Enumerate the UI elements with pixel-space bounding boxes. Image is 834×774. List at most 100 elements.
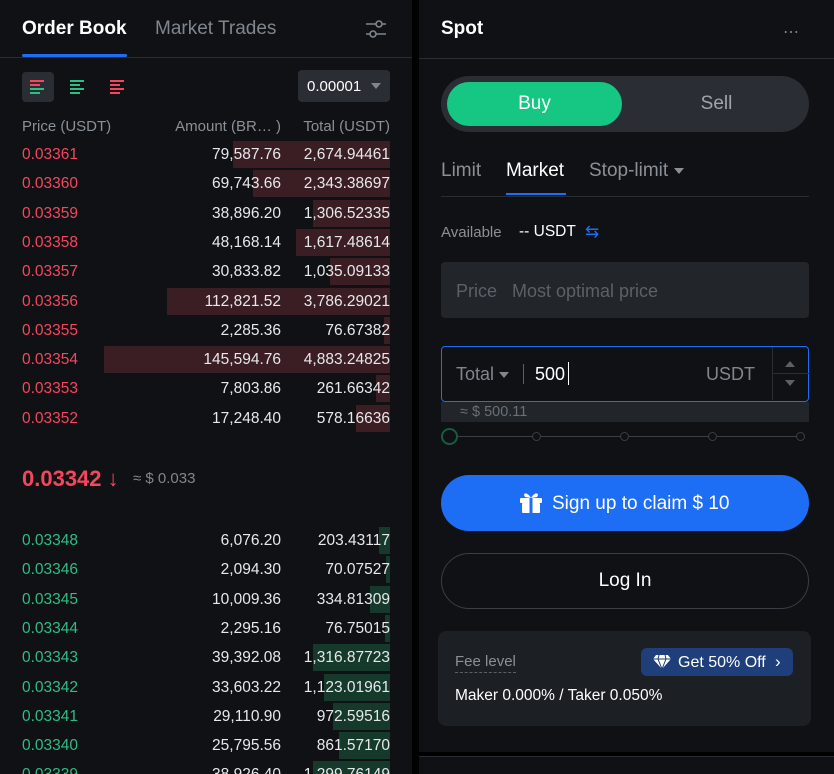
sell-button[interactable]: Sell <box>629 82 804 126</box>
ask-amount: 38,896.20 <box>212 204 281 222</box>
slider-node-50[interactable] <box>620 432 629 441</box>
ask-price: 0.03358 <box>22 233 79 251</box>
bid-total: 76.75015 <box>325 619 390 637</box>
slider-node-75[interactable] <box>708 432 717 441</box>
ask-amount: 30,833.82 <box>212 263 281 281</box>
last-price: 0.03342 ↓ <box>22 466 119 491</box>
transfer-icon[interactable]: ⇆ <box>585 222 599 242</box>
slider-node-100[interactable] <box>796 432 805 441</box>
ask-price: 0.03354 <box>22 351 79 369</box>
side-toggle: Buy Sell <box>441 76 809 132</box>
decrement-icon[interactable] <box>785 380 795 386</box>
bid-total: 334.81309 <box>316 590 390 608</box>
ask-row[interactable]: 0.03357 30,833.82 1,035.09133 <box>0 257 412 286</box>
total-mode-select[interactable]: Total <box>456 364 510 385</box>
ask-amount: 145,594.76 <box>203 351 281 369</box>
order-book-panel: Order Book Market Trades 0.00001 Price ( <box>0 0 412 774</box>
ask-total: 4,883.24825 <box>303 351 390 369</box>
slider-node-25[interactable] <box>532 432 541 441</box>
text-cursor <box>568 362 569 385</box>
ask-row[interactable]: 0.03360 69,743.66 2,343.38697 <box>0 169 412 198</box>
bid-total: 1,299.76149 <box>296 766 390 774</box>
price-field[interactable]: Price Most optimal price <box>441 262 809 318</box>
tab-stop-limit[interactable]: Stop-limit <box>589 160 685 182</box>
ask-total: 578.16636 <box>316 409 390 427</box>
fee-rates: Maker 0.000% / Taker 0.050% <box>455 687 663 704</box>
ask-row[interactable]: 0.03361 79,587.76 2,674.94461 <box>0 140 412 169</box>
bid-row[interactable]: 0.03346 2,094.30 70.07527 <box>0 555 412 584</box>
ask-amount: 7,803.86 <box>220 380 281 398</box>
bid-price: 0.03346 <box>22 561 79 579</box>
login-button[interactable]: Log In <box>441 553 809 609</box>
bid-total: 1,123.01961 <box>303 678 390 696</box>
bid-row[interactable]: 0.03348 6,076.20 203.43117 <box>0 526 412 555</box>
increment-icon[interactable] <box>785 361 795 367</box>
ask-amount: 69,743.66 <box>212 175 281 193</box>
tab-stop-limit-label: Stop-limit <box>589 160 669 181</box>
total-input[interactable]: Total 500 USDT <box>441 346 809 402</box>
total-value[interactable]: 500 <box>535 364 565 385</box>
ask-row[interactable]: 0.03354 145,594.76 4,883.24825 <box>0 345 412 374</box>
ask-row[interactable]: 0.03352 17,248.40 578.16636 <box>0 404 412 433</box>
total-approx: ≈ $ 500.11 <box>460 404 528 420</box>
fee-level-label[interactable]: Fee level <box>455 653 516 673</box>
tab-order-book[interactable]: Order Book <box>22 18 127 40</box>
total-stepper <box>772 347 809 400</box>
bid-row[interactable]: 0.03344 2,295.16 76.75015 <box>0 614 412 643</box>
ask-price: 0.03355 <box>22 321 79 339</box>
bid-total: 1,316.87723 <box>303 649 390 667</box>
signup-label: Sign up to claim $ 10 <box>552 493 730 514</box>
view-both-button[interactable] <box>22 72 54 102</box>
ask-row[interactable]: 0.03355 2,285.36 76.67382 <box>0 316 412 345</box>
price-placeholder: Most optimal price <box>512 281 659 301</box>
column-header-amount[interactable]: Amount (BR… ) <box>163 118 281 135</box>
view-asks-button[interactable] <box>102 72 134 102</box>
bid-amount: 25,795.56 <box>212 737 281 755</box>
ask-total: 76.67382 <box>325 321 390 339</box>
bid-row[interactable]: 0.03341 29,110.90 972.59516 <box>0 702 412 731</box>
ask-amount: 79,587.76 <box>212 146 281 163</box>
ask-row[interactable]: 0.03359 38,896.20 1,306.52335 <box>0 199 412 228</box>
bid-row[interactable]: 0.03340 25,795.56 861.57170 <box>0 731 412 760</box>
ask-row[interactable]: 0.03358 48,168.14 1,617.48614 <box>0 228 412 257</box>
ask-total: 261.66342 <box>316 380 390 398</box>
filter-icon[interactable] <box>364 18 388 40</box>
amount-slider[interactable] <box>441 428 809 446</box>
ask-total: 2,343.38697 <box>303 175 390 193</box>
slider-thumb[interactable] <box>441 428 458 445</box>
more-icon[interactable]: ⋯ <box>783 22 800 42</box>
price-label: Price <box>456 281 498 301</box>
bid-row[interactable]: 0.03343 39,392.08 1,316.87723 <box>0 643 412 672</box>
column-header-total: Total (USDT) <box>303 118 390 135</box>
available-value: -- USDT <box>519 223 576 240</box>
ask-amount: 17,248.40 <box>212 409 281 427</box>
bid-price: 0.03341 <box>22 707 79 725</box>
tab-market-trades[interactable]: Market Trades <box>155 18 276 40</box>
stepper-divider <box>773 373 809 374</box>
precision-select[interactable]: 0.00001 <box>298 70 390 102</box>
bid-row[interactable]: 0.03342 33,603.22 1,123.01961 <box>0 673 412 702</box>
bid-amount: 38,926.40 <box>163 766 281 774</box>
tab-market[interactable]: Market <box>506 160 564 182</box>
bid-total: 203.43117 <box>317 532 390 549</box>
field-separator <box>523 364 524 384</box>
ask-total: 2,674.94461 <box>303 146 390 163</box>
buy-button[interactable]: Buy <box>447 82 622 126</box>
bid-row[interactable]: 0.03345 10,009.36 334.81309 <box>0 585 412 614</box>
bid-price: 0.03345 <box>22 590 79 608</box>
bid-amount: 2,094.30 <box>220 561 281 579</box>
ask-amount: 2,285.36 <box>220 321 281 339</box>
ask-price: 0.03361 <box>22 146 79 163</box>
bid-amount: 6,076.20 <box>220 532 281 549</box>
ask-row[interactable]: 0.03356 112,821.52 3,786.29021 <box>0 287 412 316</box>
view-bids-button[interactable] <box>62 72 94 102</box>
bid-row[interactable]: 0.03339 38,926.40 1,299.76149 <box>0 760 412 774</box>
signup-button[interactable]: Sign up to claim $ 10 <box>441 475 809 531</box>
view-asks-icon <box>110 80 124 94</box>
tab-limit[interactable]: Limit <box>441 160 481 182</box>
ask-price: 0.03356 <box>22 292 79 310</box>
last-price-usd: ≈ $ 0.033 <box>133 470 196 487</box>
bid-price: 0.03344 <box>22 619 79 637</box>
fee-promo-button[interactable]: Get 50% Off › <box>641 648 793 676</box>
ask-row[interactable]: 0.03353 7,803.86 261.66342 <box>0 374 412 403</box>
